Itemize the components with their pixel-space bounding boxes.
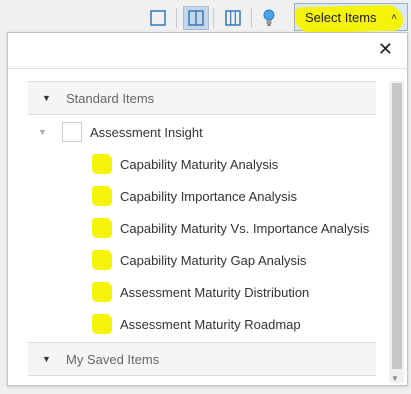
tree-item[interactable]: Capability Importance Analysis bbox=[92, 182, 297, 210]
tree-item-label: Assessment Maturity Distribution bbox=[120, 284, 310, 300]
tips-button[interactable] bbox=[256, 6, 282, 30]
scrollbar-thumb[interactable] bbox=[392, 83, 402, 369]
section-my-saved-items[interactable]: ▼ My Saved Items bbox=[28, 342, 376, 376]
two-pane-icon bbox=[188, 10, 204, 26]
checkbox[interactable] bbox=[92, 314, 112, 334]
tree-item[interactable]: Capability Maturity Gap Analysis bbox=[92, 246, 306, 274]
close-icon[interactable]: ✕ bbox=[378, 39, 393, 60]
tree-item-label: Capability Maturity Gap Analysis bbox=[120, 252, 307, 268]
checkbox[interactable] bbox=[92, 154, 112, 174]
select-items-label: Select Items bbox=[305, 9, 377, 25]
tree-item-label: Capability Maturity Analysis bbox=[120, 156, 279, 172]
divider bbox=[8, 68, 408, 69]
vertical-scrollbar[interactable]: ▼ bbox=[389, 81, 404, 383]
three-pane-icon bbox=[225, 10, 241, 26]
toolbar: Select Items ˄ bbox=[0, 0, 411, 34]
checkbox[interactable] bbox=[92, 282, 112, 302]
caret-down-icon[interactable]: ▼ bbox=[42, 93, 66, 103]
tree-item-label: Assessment Insight bbox=[90, 124, 203, 140]
tree-item-label: Capability Maturity Vs. Importance Analy… bbox=[120, 220, 370, 236]
caret-down-icon[interactable]: ▼ bbox=[42, 354, 66, 364]
three-pane-layout-button[interactable] bbox=[220, 6, 246, 30]
section-label: Standard Items bbox=[66, 90, 155, 106]
section-label: My Saved Items bbox=[66, 351, 160, 367]
select-items-panel: ✕ ▼ Standard Items ▼ Assessment Insight … bbox=[7, 32, 408, 386]
select-items-button[interactable]: Select Items ˄ bbox=[294, 3, 408, 34]
caret-down-icon[interactable]: ▼ bbox=[38, 127, 62, 137]
toolbar-separator bbox=[213, 8, 214, 28]
tree-item[interactable]: Assessment Maturity Distribution bbox=[92, 278, 309, 306]
toolbar-separator bbox=[176, 8, 177, 28]
scroll-down-icon[interactable]: ▼ bbox=[391, 374, 399, 383]
tree-item[interactable]: Capability Maturity Analysis bbox=[92, 150, 278, 178]
two-pane-layout-button[interactable] bbox=[183, 6, 209, 30]
lightbulb-icon bbox=[263, 9, 275, 26]
tree-item-assessment-insight[interactable]: ▼ Assessment Insight bbox=[38, 118, 203, 146]
single-pane-icon bbox=[150, 10, 166, 26]
single-pane-layout-button[interactable] bbox=[145, 6, 171, 30]
tree-item-label: Capability Importance Analysis bbox=[120, 188, 298, 204]
checkbox[interactable] bbox=[92, 250, 112, 270]
toolbar-separator bbox=[251, 8, 252, 28]
checkbox[interactable] bbox=[92, 218, 112, 238]
section-standard-items[interactable]: ▼ Standard Items bbox=[28, 81, 376, 115]
chevron-up-icon: ˄ bbox=[391, 12, 397, 23]
checkbox[interactable] bbox=[92, 186, 112, 206]
items-tree: ▼ Standard Items ▼ Assessment Insight Ca… bbox=[28, 81, 376, 383]
checkbox[interactable] bbox=[62, 122, 82, 142]
tree-item[interactable]: Capability Maturity Vs. Importance Analy… bbox=[92, 214, 369, 242]
tree-item-label: Assessment Maturity Roadmap bbox=[120, 316, 301, 332]
tree-item[interactable]: Assessment Maturity Roadmap bbox=[92, 310, 301, 338]
